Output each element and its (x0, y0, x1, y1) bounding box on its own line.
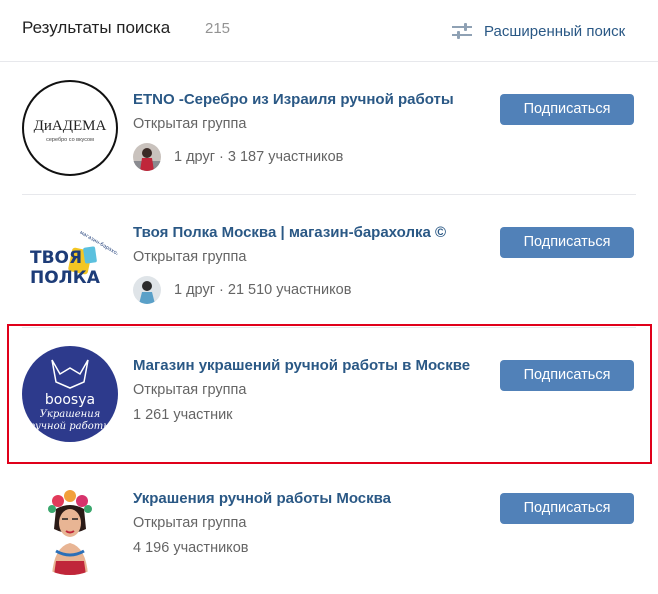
svg-text:серебро со вкусом: серебро со вкусом (46, 137, 94, 143)
friend-avatar[interactable] (133, 276, 161, 304)
group-avatar[interactable]: ТВОЯ ПОЛКА магазин-барахолка (22, 213, 118, 309)
friend-avatar[interactable] (133, 143, 161, 171)
highlight-frame (7, 324, 652, 464)
advanced-search-label: Расширенный поиск (484, 22, 626, 40)
search-result-item: Украшения ручной работы Москва Открытая … (0, 461, 658, 594)
subscribe-button[interactable]: Подписаться (500, 94, 634, 125)
search-result-item: ТВОЯ ПОЛКА магазин-барахолка Твоя Полка … (0, 195, 658, 328)
sliders-icon (452, 23, 472, 39)
svg-text:ПОЛКА: ПОЛКА (30, 268, 101, 288)
svg-text:ТВОЯ: ТВОЯ (30, 248, 82, 268)
frida-portrait-avatar (48, 490, 92, 575)
subscribe-button[interactable]: Подписаться (500, 493, 634, 524)
group-type: Открытая группа (133, 515, 247, 531)
group-name-link[interactable]: ETNO -Серебро из Израиля ручной работы (133, 91, 454, 108)
group-stats: 1 друг · 21 510 участников (133, 276, 351, 304)
group-stats-text: 1 друг · 21 510 участников (174, 282, 352, 298)
results-count: 215 (205, 20, 231, 37)
group-avatar[interactable] (22, 479, 118, 575)
search-result-item: ДиАДЕМА серебро со вкусом ETNO -Серебро … (0, 62, 658, 195)
group-stats: 1 друг · 3 187 участников (133, 143, 343, 171)
group-type: Открытая группа (133, 249, 247, 265)
group-avatar[interactable]: ДиАДЕМА серебро со вкусом (22, 80, 118, 176)
group-stats-text: 1 друг · 3 187 участников (174, 149, 344, 165)
search-results-header: Результаты поиска 215 Расширенный поиск (0, 0, 658, 62)
group-name-link[interactable]: Твоя Полка Москва | магазин-барахолка © (133, 224, 446, 241)
subscribe-button[interactable]: Подписаться (500, 227, 634, 258)
advanced-search-link[interactable]: Расширенный поиск (452, 19, 625, 43)
group-name-link[interactable]: Украшения ручной работы Москва (133, 490, 391, 507)
page-title: Результаты поиска (22, 18, 171, 37)
group-type: Открытая группа (133, 116, 247, 132)
tvoya-polka-logo: ТВОЯ ПОЛКА магазин-барахолка (30, 230, 118, 288)
group-stats-text: 4 196 участников (133, 540, 249, 556)
diadema-logo: ДиАДЕМА серебро со вкусом (34, 118, 107, 143)
svg-text:ДиАДЕМА: ДиАДЕМА (34, 118, 107, 134)
